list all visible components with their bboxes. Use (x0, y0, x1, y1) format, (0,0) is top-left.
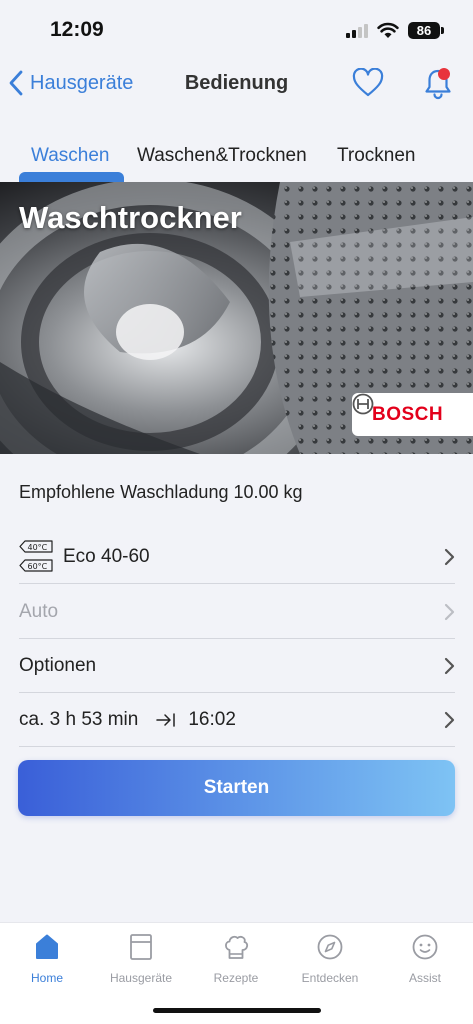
battery-cap (441, 27, 444, 34)
page-title: Bedienung (184, 72, 289, 94)
options-label: Optionen (19, 654, 97, 676)
chef-hat-icon (225, 935, 249, 959)
chevron-right-icon (444, 711, 455, 729)
end-time-label: 16:02 (188, 708, 236, 730)
chevron-right-icon (444, 548, 455, 566)
status-time: 12:09 (50, 18, 104, 41)
chevron-right-icon (444, 657, 455, 675)
bosch-logo-icon (352, 393, 374, 415)
wifi-icon (377, 22, 399, 38)
duration-selector[interactable]: ca. 3 h 53 min 16:02 (19, 693, 455, 747)
program-selector[interactable]: 40°C 60°C Eco 40-60 (19, 530, 455, 584)
options-selector[interactable]: Optionen (19, 639, 455, 693)
mode-label: Auto (19, 600, 59, 622)
home-indicator (153, 1008, 321, 1013)
tab-waschen-trocknen[interactable]: Waschen&Trocknen (137, 145, 307, 167)
tab-waschen[interactable]: Waschen (31, 145, 110, 167)
chevron-right-icon (444, 603, 455, 621)
compass-icon (317, 934, 343, 960)
program-label: Eco 40-60 (63, 545, 150, 567)
tabbar-home[interactable]: Home (0, 933, 94, 985)
tabbar-discover[interactable]: Entdecken (283, 933, 377, 985)
end-time-arrow-icon (156, 712, 176, 727)
favorite-heart-icon[interactable] (352, 68, 384, 98)
temp-label-bottom: 60°C (28, 562, 48, 571)
brand-badge: BOSCH (352, 393, 473, 436)
appliance-title: Waschtrockner (19, 200, 242, 235)
brand-name: BOSCH (372, 403, 444, 425)
tabbar-label: Rezepte (213, 971, 259, 985)
assistant-face-icon (412, 934, 438, 960)
tabbar-recipes[interactable]: Rezepte (189, 933, 283, 985)
active-tab-indicator (19, 172, 124, 182)
tab-trocknen[interactable]: Trocknen (337, 145, 416, 167)
recommended-load: Empfohlene Waschladung 10.00 kg (19, 482, 303, 502)
cellular-signal-icon (346, 24, 370, 38)
home-icon (36, 934, 58, 959)
tabbar-assist[interactable]: Assist (378, 933, 472, 985)
temp-label-top: 40°C (28, 543, 48, 552)
status-bar: 12:09 86 (0, 0, 473, 56)
tabbar-appliances[interactable]: Hausgeräte (94, 933, 188, 985)
appliance-icon (130, 934, 152, 960)
tabbar-label: Home (30, 971, 63, 985)
tabbar-label: Hausgeräte (109, 971, 173, 985)
tabbar-label: Assist (408, 971, 441, 985)
temperature-tag-icon: 40°C 60°C (19, 539, 53, 572)
mode-selector[interactable]: Auto (19, 585, 455, 639)
program-tabs: Waschen Waschen&Trocknen Trocknen (0, 140, 473, 182)
battery-indicator: 86 (408, 22, 440, 39)
tabbar-label: Entdecken (301, 971, 359, 985)
appliance-hero-image: Waschtrockner BOSCH (0, 182, 473, 454)
start-button[interactable]: Starten (18, 760, 455, 816)
duration-label: ca. 3 h 53 min (19, 708, 139, 730)
notification-badge (438, 68, 450, 80)
